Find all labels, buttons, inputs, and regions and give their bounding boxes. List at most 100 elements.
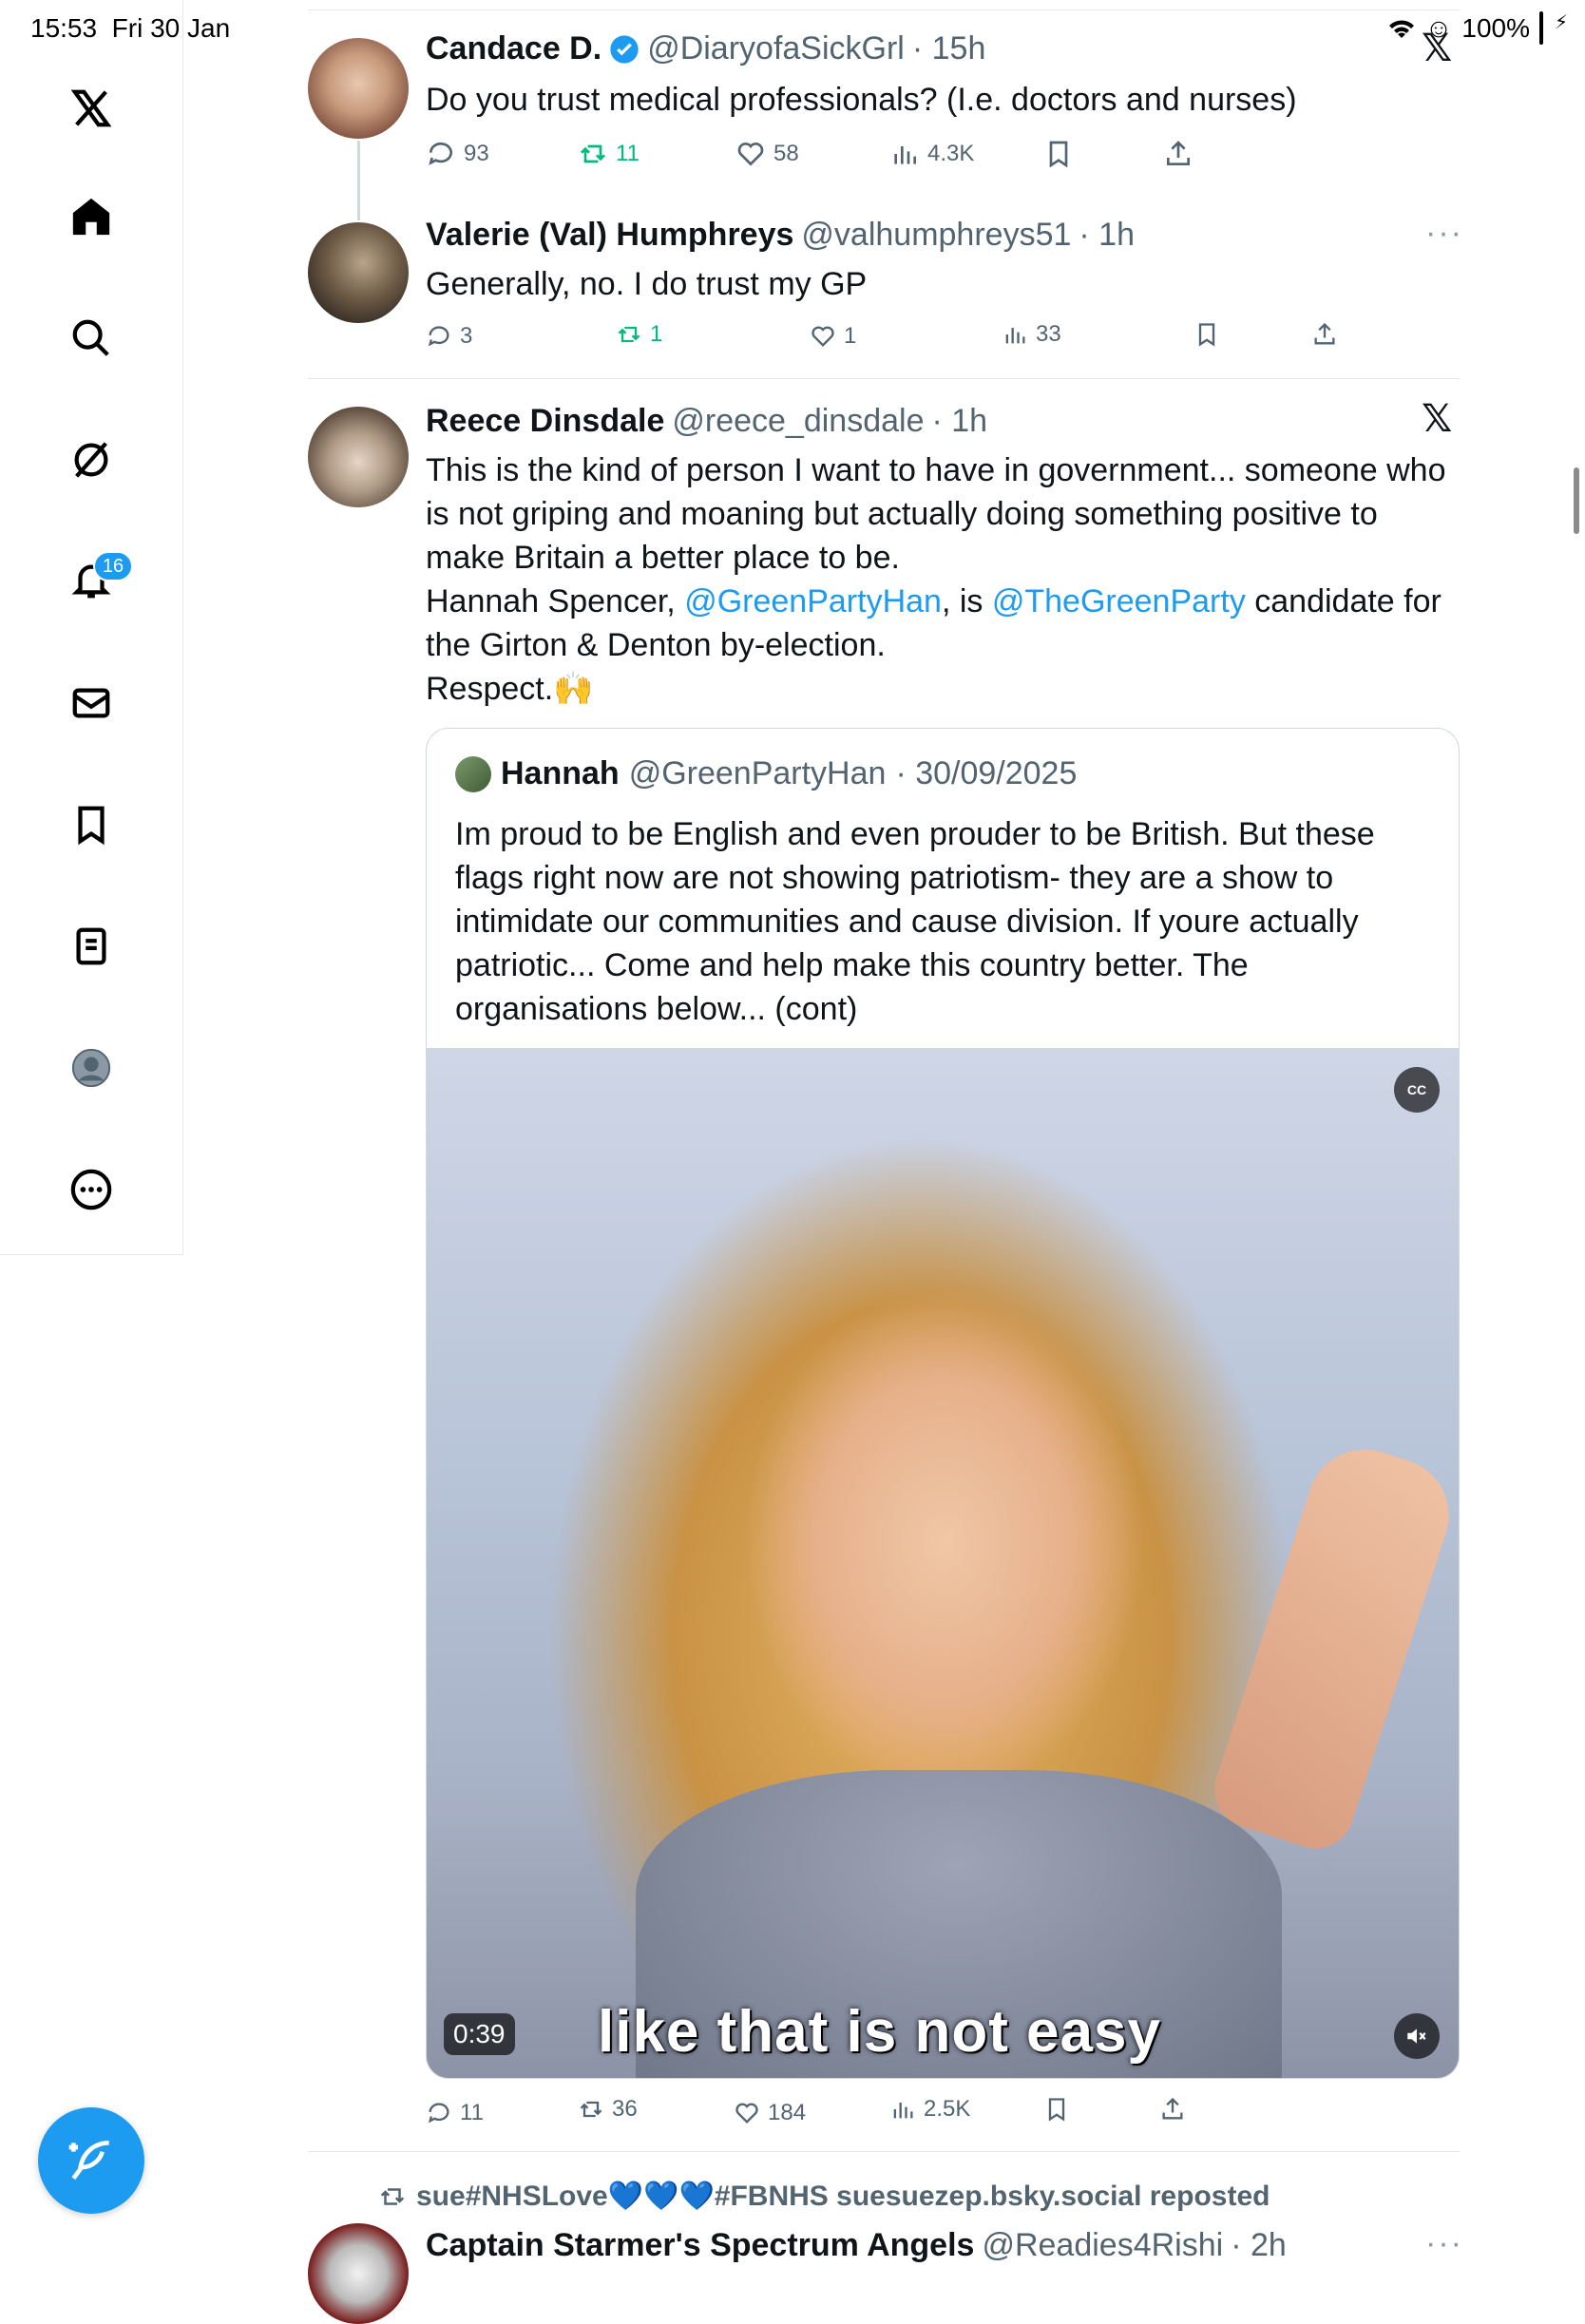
reply-button[interactable]: 11 <box>426 2100 484 2126</box>
repost-button[interactable]: 1 <box>616 321 662 348</box>
author-name[interactable]: Candace D. <box>426 30 602 67</box>
tweet-header: Reece Dinsdale @reece_dinsdale · 1h <box>426 403 987 440</box>
view-count: 2.5K <box>924 2096 971 2122</box>
like-button[interactable]: 58 <box>735 139 799 169</box>
separator <box>308 2151 1460 2152</box>
repost-icon <box>380 2187 405 2205</box>
x-logo-icon[interactable] <box>59 76 124 141</box>
avatar[interactable] <box>308 222 409 323</box>
video-duration: 0:39 <box>444 2013 515 2055</box>
avatar[interactable] <box>308 38 409 139</box>
reply-icon <box>428 2103 449 2124</box>
muted-speaker-icon <box>1407 2029 1426 2044</box>
tweet-time[interactable]: · 1h <box>932 403 988 440</box>
more-options-icon[interactable]: ··· <box>1425 215 1463 252</box>
reply-icon <box>429 142 452 165</box>
battery-icon: ⚡ <box>1539 11 1568 45</box>
author-name[interactable]: Reece Dinsdale <box>426 403 664 440</box>
mention-link[interactable]: @TheGreenParty <box>992 583 1246 619</box>
avatar[interactable] <box>308 407 409 507</box>
tweet-time[interactable]: · 1h <box>1079 217 1135 254</box>
mute-button[interactable] <box>1394 2013 1440 2059</box>
author-handle[interactable]: @Readies4Rishi <box>982 2227 1223 2264</box>
repost-icon <box>581 144 605 163</box>
share-button[interactable] <box>1163 139 1194 169</box>
tweet-header: Captain Starmer's Spectrum Angels @Readi… <box>426 2227 1287 2264</box>
heart-icon <box>812 326 834 347</box>
quote-avatar[interactable] <box>455 755 491 792</box>
quote-time[interactable]: · 30/09/2025 <box>895 755 1077 792</box>
bookmark-icon <box>1048 2098 1065 2122</box>
repost-button[interactable]: 36 <box>578 2096 638 2123</box>
views-button[interactable]: 4.3K <box>889 139 974 169</box>
compose-feather-icon <box>68 2141 109 2181</box>
views-icon <box>893 2103 913 2119</box>
avatar[interactable] <box>308 2223 409 2324</box>
grok-icon[interactable] <box>59 428 124 492</box>
reply-count: 93 <box>464 141 489 166</box>
more-circle-icon[interactable] <box>59 1157 124 1222</box>
share-button[interactable] <box>1311 321 1338 348</box>
repost-icon <box>580 2101 602 2118</box>
author-name[interactable]: Valerie (Val) Humphreys <box>426 217 793 254</box>
tweet-text: Do you trust medical professionals? (I.e… <box>426 82 1297 118</box>
reply-button[interactable]: 93 <box>426 139 489 169</box>
share-icon <box>1167 141 1190 165</box>
reply-button[interactable]: 3 <box>426 323 472 350</box>
tweet-text-line: Respect.🙌 <box>426 671 594 707</box>
views-icon <box>1005 328 1025 344</box>
x-grok-icon[interactable]: 𝕏 <box>1422 397 1452 441</box>
quote-author-handle[interactable]: @GreenPartyHan <box>629 755 887 792</box>
repost-count: 36 <box>612 2096 638 2122</box>
scrollbar[interactable] <box>1574 467 1579 534</box>
bookmark-button[interactable] <box>1043 2096 1070 2123</box>
search-icon[interactable] <box>59 306 124 371</box>
like-button[interactable]: 1 <box>810 323 856 350</box>
share-icon <box>1314 322 1335 345</box>
like-button[interactable]: 184 <box>734 2100 806 2126</box>
video-player[interactable]: like that is not easy 0:39 CC <box>427 1048 1459 2078</box>
share-button[interactable] <box>1159 2096 1186 2123</box>
repost-button[interactable]: 11 <box>578 139 640 169</box>
views-button[interactable]: 33 <box>1002 321 1061 348</box>
quote-author-name[interactable]: Hannah <box>501 755 620 792</box>
bookmark-icon[interactable] <box>59 792 124 857</box>
tweet-header: Candace D. @DiaryofaSickGrl · 15h <box>426 30 985 67</box>
mail-icon[interactable] <box>59 671 124 735</box>
compose-button[interactable] <box>38 2107 144 2214</box>
author-name[interactable]: Captain Starmer's Spectrum Angels <box>426 2227 974 2264</box>
views-button[interactable]: 2.5K <box>889 2096 970 2123</box>
like-count: 58 <box>773 141 799 166</box>
tweet-time[interactable]: · 15h <box>912 30 986 67</box>
separator <box>308 378 1460 379</box>
notification-badge: 16 <box>93 551 133 581</box>
view-count: 4.3K <box>927 141 975 166</box>
views-icon <box>894 146 916 164</box>
profile-icon[interactable] <box>59 1036 124 1100</box>
repost-icon <box>618 326 640 343</box>
author-handle[interactable]: @reece_dinsdale <box>672 403 924 440</box>
tweet-time[interactable]: · 2h <box>1231 2227 1287 2264</box>
more-options-icon[interactable]: ··· <box>1425 2225 1463 2262</box>
author-handle[interactable]: @DiaryofaSickGrl <box>647 30 905 67</box>
sidebar: 16 <box>0 0 183 1255</box>
status-right: ☺ 100% ⚡ <box>1387 11 1568 45</box>
list-icon[interactable] <box>59 914 124 979</box>
x-close-icon[interactable]: 𝕏 <box>1422 27 1452 70</box>
bookmark-button[interactable] <box>1194 321 1220 348</box>
video-caption: like that is not easy <box>598 1999 1161 2065</box>
quoted-tweet[interactable]: Hannah @GreenPartyHan · 30/09/2025 Im pr… <box>426 728 1460 2079</box>
bookmark-icon <box>1198 323 1215 347</box>
quote-text: Im proud to be English and even prouder … <box>455 816 1375 1027</box>
bookmark-button[interactable] <box>1043 139 1074 169</box>
heart-icon <box>735 2103 758 2124</box>
like-count: 184 <box>768 2100 807 2125</box>
mention-link[interactable]: @GreenPartyHan <box>684 583 942 619</box>
tweet-text-line: Hannah Spencer, @GreenPartyHan, is @TheG… <box>426 580 1461 667</box>
home-icon[interactable] <box>59 184 124 249</box>
author-handle[interactable]: @valhumphreys51 <box>801 217 1071 254</box>
repost-attribution[interactable]: sue#NHSLove💙💙💙#FBNHS suesuezep.bsky.soci… <box>378 2180 1270 2213</box>
repost-count: 1 <box>650 321 663 347</box>
battery-percent: 100% <box>1461 13 1530 43</box>
captions-button[interactable]: CC <box>1394 1067 1440 1113</box>
